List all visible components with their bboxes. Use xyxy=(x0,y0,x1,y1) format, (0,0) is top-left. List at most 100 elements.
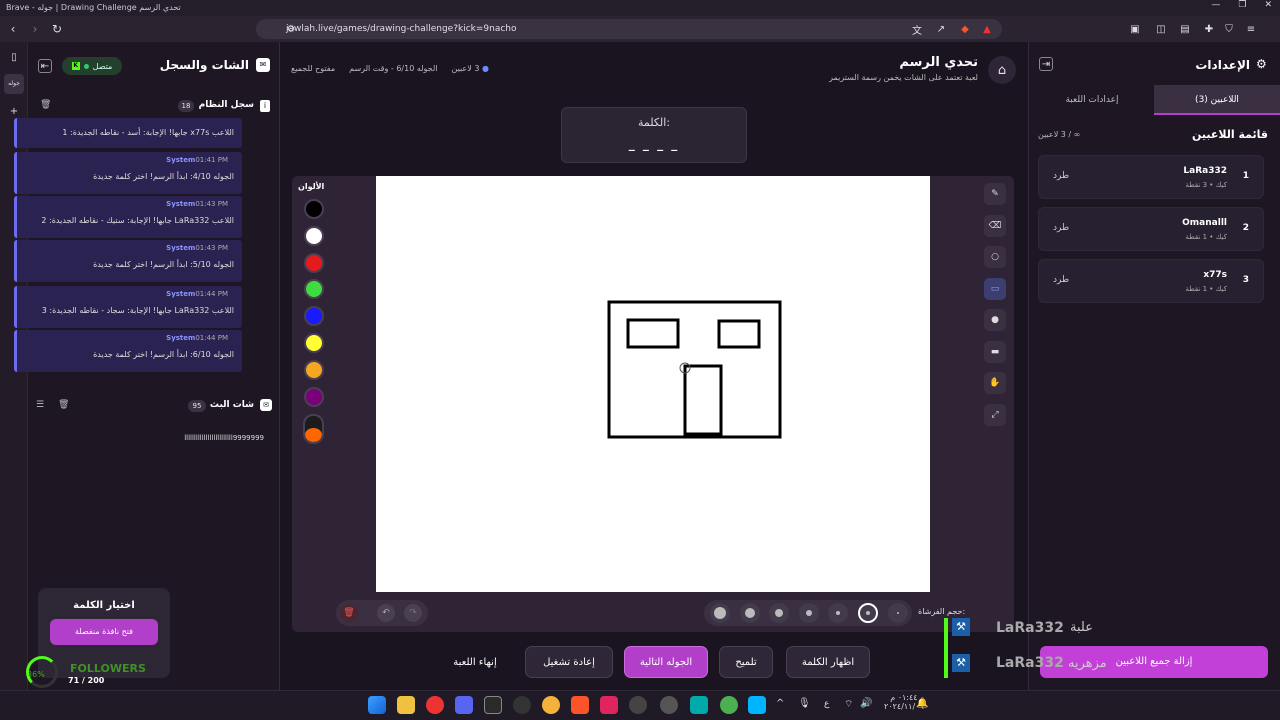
back-icon[interactable]: ‹ xyxy=(4,20,22,38)
volume-icon[interactable]: 🔊 xyxy=(860,698,872,709)
start-icon[interactable] xyxy=(368,696,386,714)
system-message-meta: System01:44 PM xyxy=(166,290,234,298)
brave-rewards-icon[interactable]: ▲ xyxy=(980,22,994,36)
restore-icon[interactable]: ❐ xyxy=(1238,0,1246,16)
obs-icon[interactable] xyxy=(513,696,531,714)
address-bar[interactable]: jawlah.live/games/drawing-challenge?kick… xyxy=(256,19,1002,39)
notification-icon[interactable]: 🔔 xyxy=(916,698,928,709)
undo-icon[interactable]: ↶ xyxy=(377,604,395,622)
tray-chevron-icon[interactable]: ^ xyxy=(776,698,784,709)
collapse-panel-icon[interactable]: ⇤ xyxy=(38,59,52,73)
brush-size-option[interactable] xyxy=(798,603,819,623)
clear-canvas-icon[interactable]: 🗑 xyxy=(340,604,358,622)
drawing-canvas[interactable] xyxy=(376,176,930,592)
app-icon[interactable] xyxy=(484,696,502,714)
page-subtitle: لعبة تعتمد على الشات يخمن رسمة الستريمر xyxy=(829,73,978,82)
add-panel-icon[interactable]: + xyxy=(7,104,21,118)
share-icon[interactable]: ↗ xyxy=(934,22,948,36)
eraser-icon[interactable]: ⌫ xyxy=(984,214,1006,237)
overlay-user-1: LaRa332 xyxy=(996,620,1064,636)
system-time: 01:44 PM xyxy=(195,290,228,298)
word-label: الكلمة: xyxy=(637,116,671,129)
brush-size-option[interactable] xyxy=(858,603,878,623)
home-icon[interactable]: ⌂ xyxy=(988,56,1016,84)
kick-player-button[interactable]: طرد xyxy=(1053,223,1069,233)
settings-app-icon[interactable] xyxy=(629,696,647,714)
clear-chat-icon[interactable]: 🗑 xyxy=(58,400,69,410)
tab-game-settings[interactable]: إعدادات اللعبة xyxy=(1030,85,1154,115)
steam-icon[interactable] xyxy=(660,696,678,714)
extensions-icon[interactable]: ✚ xyxy=(1202,22,1216,36)
jawlah-tab-icon[interactable]: جوله xyxy=(4,74,24,94)
page-title: تحدي الرسم xyxy=(899,55,978,70)
chat-panel-title: الشات والسجل xyxy=(159,58,249,72)
screenshot-icon[interactable]: ▣ xyxy=(1128,22,1142,36)
brush-size-dot xyxy=(744,608,755,618)
open-status: مفتوح للجميع xyxy=(291,64,336,73)
vpn-icon[interactable]: ⛉ xyxy=(1222,22,1236,36)
app2-icon[interactable] xyxy=(600,696,618,714)
menu-icon[interactable]: ≡ xyxy=(1244,22,1258,36)
system-message-text: الجوله 5/10: ابدأ الرسم! اختر كلمة جديدة xyxy=(93,260,234,269)
fill-icon[interactable]: ● xyxy=(984,309,1006,331)
color-swatch[interactable] xyxy=(304,199,324,219)
open-window-button[interactable]: فتح نافذة منفصلة xyxy=(50,619,158,645)
filter-icon[interactable]: ☰ xyxy=(36,400,44,410)
wallet-icon[interactable]: ◫ xyxy=(1154,22,1168,36)
kick-player-button[interactable]: طرد xyxy=(1053,171,1069,181)
kick-icon: K xyxy=(71,62,80,70)
app3-icon[interactable] xyxy=(690,696,708,714)
color-swatch[interactable] xyxy=(304,386,324,407)
system-message-text: اللاعب LaRa332 جابها! الإجابة: سجاد - نق… xyxy=(41,306,234,315)
color-swatch[interactable] xyxy=(304,252,324,273)
word-box: الكلمة: _ _ _ _ xyxy=(561,107,747,163)
expand-icon[interactable]: ⤢ xyxy=(984,403,1006,426)
color-swatch[interactable] xyxy=(304,359,324,380)
mic-icon[interactable]: 🎙 xyxy=(798,698,811,709)
color-swatch[interactable] xyxy=(304,333,324,353)
next-round-button[interactable]: الجوله التالية xyxy=(624,646,708,678)
language-indicator[interactable]: ع xyxy=(824,699,829,709)
drawing-svg xyxy=(607,300,782,439)
translate-icon[interactable]: 文 xyxy=(910,22,924,37)
color-swatch[interactable] xyxy=(304,225,324,246)
system-sender: System xyxy=(166,244,196,252)
site-info-icon[interactable]: ⚙ xyxy=(284,22,298,36)
rectangle-icon[interactable]: ▭ xyxy=(984,277,1006,300)
network-icon[interactable]: ⌔ xyxy=(844,698,853,711)
brush-size-option[interactable] xyxy=(887,603,908,623)
hint-button[interactable]: تلميح xyxy=(719,646,773,678)
line-icon[interactable]: ▬ xyxy=(984,340,1006,363)
minimize-icon[interactable]: — xyxy=(1211,0,1220,16)
chat-app-icon[interactable] xyxy=(542,696,560,714)
clear-log-icon[interactable]: 🗑 xyxy=(40,100,51,110)
player-card: 1 LaRa332 كيك • 3 نقطة طرد xyxy=(1038,155,1264,199)
brave-shield-icon[interactable]: ◆ xyxy=(958,22,972,36)
end-game-button[interactable]: إنهاء اللعبة xyxy=(440,646,510,678)
chrome2-icon[interactable] xyxy=(720,696,738,714)
brush-size-option[interactable] xyxy=(710,603,730,623)
redo-icon[interactable]: ↷ xyxy=(404,604,422,622)
brush-size-option[interactable] xyxy=(739,603,760,623)
tab-players[interactable]: اللاعبين (3) xyxy=(1154,85,1280,115)
sidebar-toggle-icon[interactable]: ▤ xyxy=(1178,22,1192,36)
circle-icon[interactable]: ○ xyxy=(984,246,1006,268)
reveal-word-button[interactable]: اظهار الكلمة xyxy=(786,646,870,678)
forward-icon[interactable]: › xyxy=(26,20,44,38)
pencil-icon[interactable]: ✎ xyxy=(984,183,1006,205)
hand-icon[interactable]: ✋ xyxy=(984,372,1006,394)
kick-player-button[interactable]: طرد xyxy=(1053,275,1069,285)
custom-color-picker[interactable] xyxy=(303,414,324,444)
chrome-icon[interactable] xyxy=(426,696,444,714)
file-explorer-icon[interactable] xyxy=(397,696,415,714)
close-icon[interactable]: ✕ xyxy=(1264,0,1272,16)
reload-icon[interactable]: ↻ xyxy=(48,20,66,38)
system-sender: System xyxy=(166,290,196,298)
collapse-settings-icon[interactable]: ⇥ xyxy=(1039,57,1053,71)
sidebar-panel-icon[interactable]: ▯ xyxy=(7,50,21,64)
app4-icon[interactable] xyxy=(748,696,766,714)
restart-button[interactable]: إعادة تشغيل xyxy=(525,646,613,678)
discord-icon[interactable] xyxy=(455,696,473,714)
brave-icon[interactable] xyxy=(571,696,589,714)
popup-title: اختيار الكلمة xyxy=(73,600,135,611)
